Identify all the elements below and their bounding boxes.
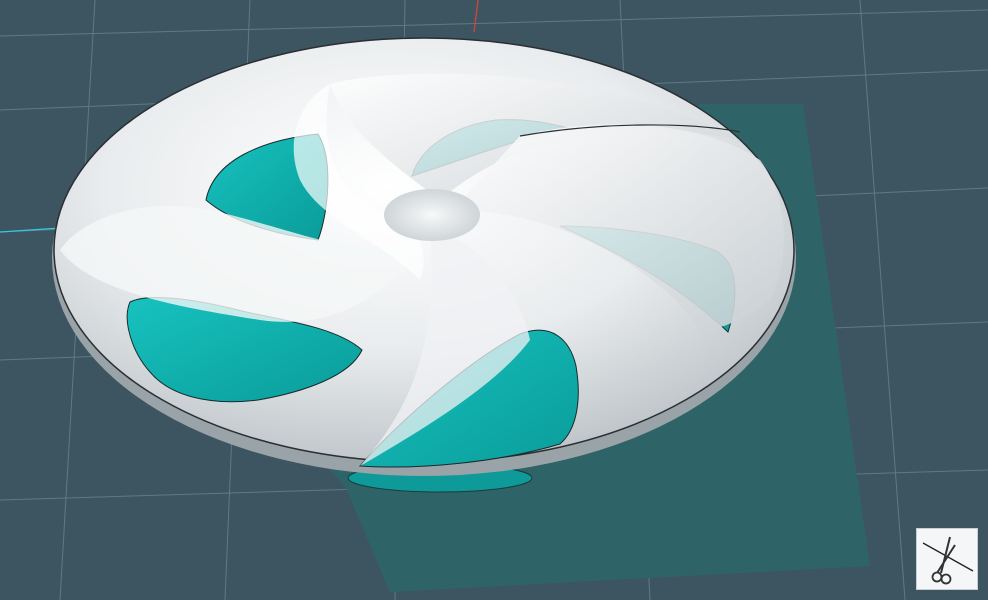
scissors-icon [922, 536, 974, 585]
impeller-model[interactable] [52, 37, 796, 476]
y-axis-line [473, 0, 479, 33]
viewport-canvas[interactable] [0, 0, 988, 600]
cut-tool-button[interactable] [916, 528, 978, 590]
3d-viewport[interactable] [0, 0, 988, 600]
impeller-hub [384, 189, 480, 241]
